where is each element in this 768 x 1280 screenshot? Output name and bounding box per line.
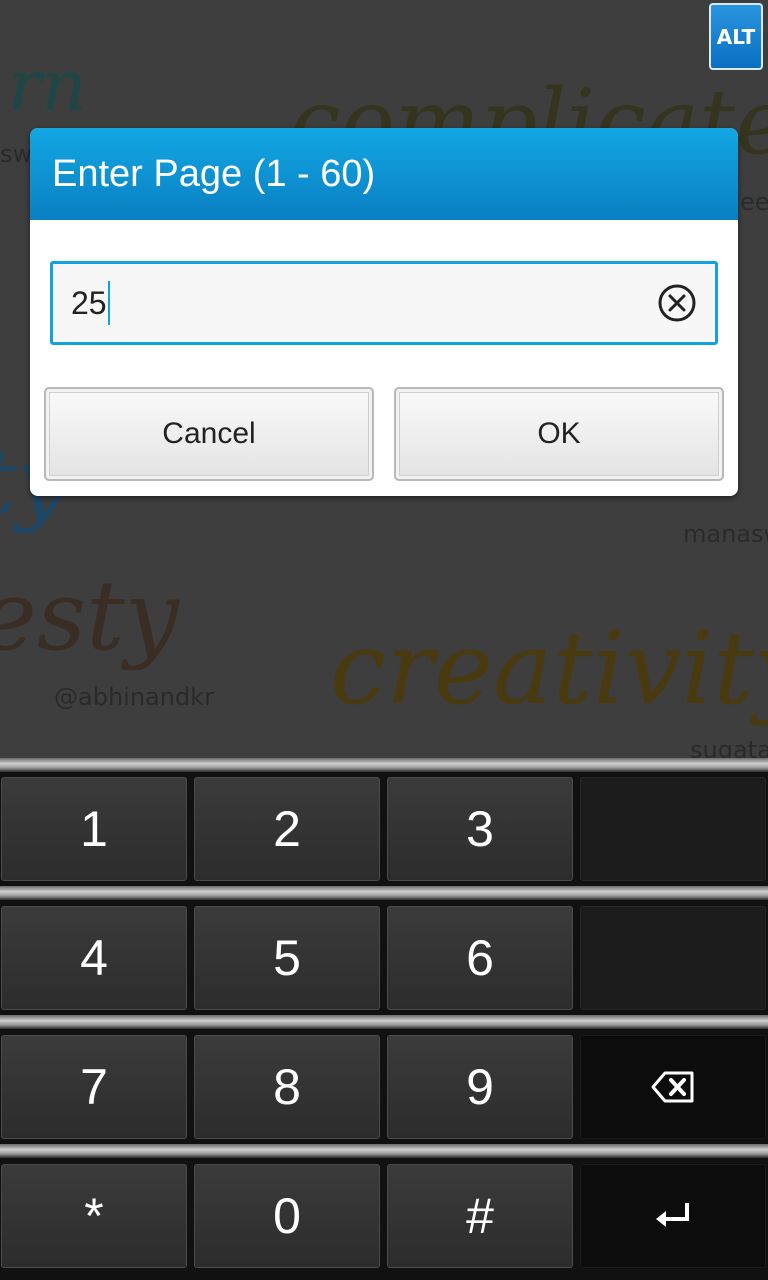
key-9[interactable]: 9 [387, 1035, 573, 1139]
key-8[interactable]: 8 [194, 1035, 380, 1139]
key-2[interactable]: 2 [194, 777, 380, 881]
enter-page-dialog: Enter Page (1 - 60) 25 Cancel OK [30, 128, 738, 496]
alt-key-button[interactable]: ALT [709, 3, 763, 70]
handle-text: ee [740, 188, 768, 216]
handle-text: manasw [683, 520, 768, 548]
key-3[interactable]: 3 [387, 777, 573, 881]
key-5[interactable]: 5 [194, 906, 380, 1010]
key-6[interactable]: 6 [387, 906, 573, 1010]
dialog-title: Enter Page (1 - 60) [52, 152, 376, 195]
cancel-button[interactable]: Cancel [44, 387, 374, 481]
keypad-divider [0, 1144, 768, 1158]
scribble-text: rn [8, 45, 87, 127]
clear-icon[interactable] [657, 283, 697, 323]
backspace-key[interactable] [580, 1035, 766, 1139]
page-number-value: 25 [71, 284, 107, 321]
key-star[interactable]: * [1, 1164, 187, 1268]
enter-key[interactable] [580, 1164, 766, 1268]
backspace-icon [651, 1071, 694, 1103]
key-7[interactable]: 7 [1, 1035, 187, 1139]
keypad-divider [0, 886, 768, 900]
key-hash[interactable]: # [387, 1164, 573, 1268]
handle-text: @abhinandkr [54, 683, 214, 711]
keypad-divider [0, 758, 768, 772]
text-caret [107, 281, 110, 325]
keypad-divider [0, 1015, 768, 1029]
scribble-text: creativity [330, 610, 768, 727]
handle-text: sugata [690, 736, 768, 758]
key-1[interactable]: 1 [1, 777, 187, 881]
key-blank [580, 777, 766, 881]
dialog-header: Enter Page (1 - 60) [30, 128, 738, 220]
handle-text: sw [0, 140, 33, 168]
numeric-keypad: 1 2 3 4 5 6 7 8 9 * 0 # [0, 758, 768, 1280]
ok-button[interactable]: OK [394, 387, 724, 481]
key-0[interactable]: 0 [194, 1164, 380, 1268]
page-number-input[interactable]: 25 [50, 261, 718, 345]
scribble-text: esty [0, 560, 179, 672]
key-blank [580, 906, 766, 1010]
enter-icon [656, 1203, 689, 1227]
key-4[interactable]: 4 [1, 906, 187, 1010]
